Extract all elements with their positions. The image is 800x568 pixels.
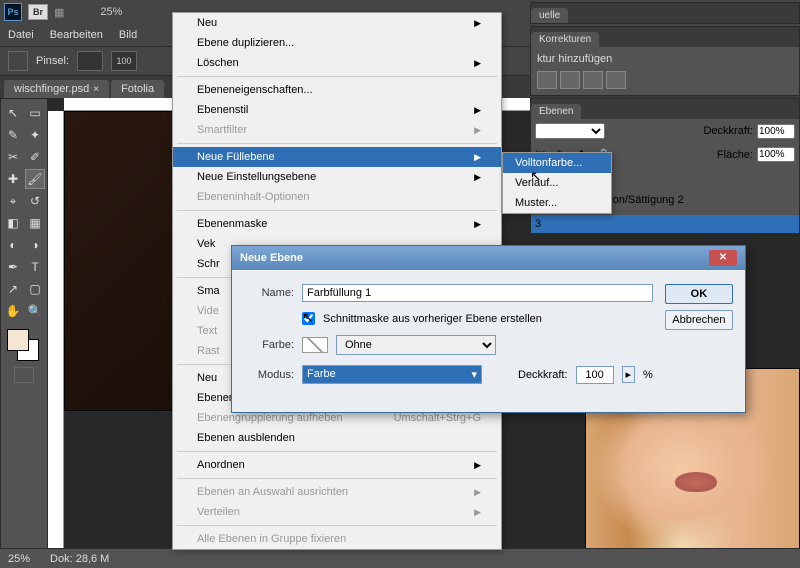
tool-icon-smudge xyxy=(8,51,28,71)
deck-arrow-icon[interactable]: ▸ xyxy=(622,366,636,383)
menu-eigenschaften[interactable]: Ebeneneigenschaften... xyxy=(173,80,501,100)
curves-icon[interactable] xyxy=(583,71,603,89)
farbe-select[interactable]: Ohne xyxy=(336,335,496,355)
status-docinfo[interactable]: Dok: 28,6 M xyxy=(50,553,109,565)
menu-maske[interactable]: Ebenenmaske▶ xyxy=(173,214,501,234)
menu-loeschen[interactable]: Löschen▶ xyxy=(173,53,501,73)
adjustments-panel: Korrekturen ktur hinzufügen xyxy=(530,26,800,96)
gradient-tool[interactable]: ▦ xyxy=(25,213,45,233)
color-swatches[interactable] xyxy=(3,329,45,361)
opacity-label: Deckkraft: xyxy=(703,125,753,137)
deck-input[interactable] xyxy=(576,366,614,384)
close-icon[interactable]: ✕ xyxy=(709,250,737,266)
blur-tool[interactable]: ◐ xyxy=(3,235,23,255)
doc-tab-2[interactable]: Fotolia xyxy=(111,80,164,98)
menu-inhaltopt: Ebeneninhalt-Optionen xyxy=(173,187,501,207)
deck-label: Deckkraft: xyxy=(518,369,568,381)
menu-ausrichten: Ebenen an Auswahl ausrichten▶ xyxy=(173,482,501,502)
opacity-input[interactable] xyxy=(757,124,795,139)
cancel-button[interactable]: Abbrechen xyxy=(665,310,733,330)
fg-color-swatch[interactable] xyxy=(7,329,29,351)
submenu-verlauf[interactable]: Verlauf... xyxy=(503,173,611,193)
menu-duplizieren[interactable]: Ebene duplizieren... xyxy=(173,33,501,53)
zoom-tool[interactable]: 🔍 xyxy=(25,301,45,321)
menu-stil[interactable]: Ebenenstil▶ xyxy=(173,100,501,120)
type-tool[interactable]: T xyxy=(25,257,45,277)
brush-tool[interactable]: 🖌 xyxy=(25,169,45,189)
toolbox: ↖▭ ✎✦ ✂✐ ✚🖌 ⌖↺ ◧▦ ◐◑ ✒T ↗▢ ✋🔍 xyxy=(0,98,48,568)
name-input[interactable] xyxy=(302,284,653,302)
bridge-icon[interactable]: Br xyxy=(28,4,48,20)
path-tool[interactable]: ↗ xyxy=(3,279,23,299)
menu-fuellebene[interactable]: Neue Füllebene▶ xyxy=(173,147,501,167)
menu-smartfilter: Smartfilter▶ xyxy=(173,120,501,140)
dodge-tool[interactable]: ◑ xyxy=(25,235,45,255)
fill-layer-submenu: Volltonfarbe... Verlauf... Muster... xyxy=(502,152,612,214)
layer-row-selected[interactable]: 3 xyxy=(531,215,799,233)
new-layer-dialog: Neue Ebene ✕ Name: Schnittmaske aus vorh… xyxy=(231,245,746,413)
farbe-label: Farbe: xyxy=(244,339,294,351)
menu-file[interactable]: Datei xyxy=(8,29,34,41)
dialog-title: Neue Ebene xyxy=(240,252,303,264)
document-image[interactable] xyxy=(64,111,184,411)
eyedropper-tool[interactable]: ✐ xyxy=(25,147,45,167)
menu-einstellungsebene[interactable]: Neue Einstellungsebene▶ xyxy=(173,167,501,187)
clone-source-panel: uelle xyxy=(530,2,800,24)
marquee-tool[interactable]: ▭ xyxy=(25,103,45,123)
tab-adjustments[interactable]: Korrekturen xyxy=(531,32,599,47)
wand-tool[interactable]: ✦ xyxy=(25,125,45,145)
history-brush-tool[interactable]: ↺ xyxy=(25,191,45,211)
tab-clone-source[interactable]: uelle xyxy=(531,8,568,23)
exposure-icon[interactable] xyxy=(606,71,626,89)
adj-hint: ktur hinzufügen xyxy=(537,53,793,65)
brightness-icon[interactable] xyxy=(537,71,557,89)
levels-icon[interactable] xyxy=(560,71,580,89)
menu-image[interactable]: Bild xyxy=(119,29,137,41)
menu-anordnen[interactable]: Anordnen▶ xyxy=(173,455,501,475)
tab-layers[interactable]: Ebenen xyxy=(531,104,581,119)
move-tool[interactable]: ↖ xyxy=(3,103,23,123)
menu-edit[interactable]: Bearbeiten xyxy=(50,29,103,41)
crop-tool[interactable]: ✂ xyxy=(3,147,23,167)
lasso-tool[interactable]: ✎ xyxy=(3,125,23,145)
brush-label: Pinsel: xyxy=(36,55,69,67)
clip-label: Schnittmaske aus vorheriger Ebene erstel… xyxy=(323,313,542,325)
eraser-tool[interactable]: ◧ xyxy=(3,213,23,233)
pen-tool[interactable]: ✒ xyxy=(3,257,23,277)
hand-tool[interactable]: ✋ xyxy=(3,301,23,321)
quick-mask-toggle[interactable] xyxy=(14,367,34,383)
status-zoom[interactable]: 25% xyxy=(8,553,30,565)
doc-tab-1[interactable]: wischfinger.psd× xyxy=(4,80,109,98)
ok-button[interactable]: OK xyxy=(665,284,733,304)
status-bar: 25% Dok: 28,6 M xyxy=(0,548,800,568)
photoshop-icon: Ps xyxy=(4,3,22,21)
farbe-swatch[interactable] xyxy=(302,337,328,353)
fill-input[interactable] xyxy=(757,147,795,162)
view-grid-icon[interactable]: ▦ xyxy=(54,6,64,19)
close-icon[interactable]: × xyxy=(93,84,99,95)
zoom-display[interactable]: 25% xyxy=(100,6,122,18)
menu-fixieren: Alle Ebenen in Gruppe fixieren xyxy=(173,529,501,549)
shape-tool[interactable]: ▢ xyxy=(25,279,45,299)
name-label: Name: xyxy=(244,287,294,299)
menu-neu[interactable]: Neu▶ xyxy=(173,13,501,33)
brush-preview[interactable] xyxy=(77,51,103,71)
blend-mode-select[interactable] xyxy=(535,123,605,139)
percent-label: % xyxy=(643,369,653,381)
submenu-vollton[interactable]: Volltonfarbe... xyxy=(503,153,611,173)
submenu-muster[interactable]: Muster... xyxy=(503,193,611,213)
ruler-vertical xyxy=(48,111,64,568)
modus-select[interactable]: Farbe▾ xyxy=(302,365,482,384)
dialog-titlebar[interactable]: Neue Ebene ✕ xyxy=(232,246,745,270)
menu-ausblenden[interactable]: Ebenen ausblenden xyxy=(173,428,501,448)
menu-verteilen: Verteilen▶ xyxy=(173,502,501,522)
clip-checkbox[interactable] xyxy=(302,312,315,325)
heal-tool[interactable]: ✚ xyxy=(3,169,23,189)
brush-size[interactable]: 100 xyxy=(111,51,137,71)
fill-label: Fläche: xyxy=(717,149,753,161)
stamp-tool[interactable]: ⌖ xyxy=(3,191,23,211)
modus-label: Modus: xyxy=(244,369,294,381)
